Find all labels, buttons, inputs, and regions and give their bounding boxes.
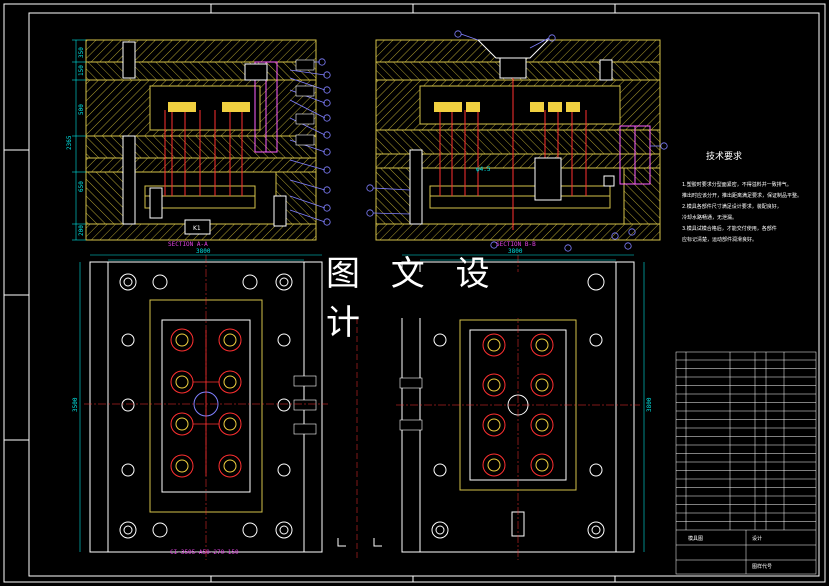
caption-left-section: SECTION A-A bbox=[168, 241, 208, 248]
dim-top-b: 150 bbox=[78, 65, 85, 76]
tech-note: 1.塑胶时要求分型面紧密，不得溢料并一致排气。 bbox=[682, 182, 792, 188]
caption-plan-bottom-left: CI-3505-A50-270-150 bbox=[170, 549, 239, 556]
title-block-designer: 设计 bbox=[752, 536, 763, 542]
dim-bottom: 200 bbox=[78, 225, 85, 236]
dim-section-note: φ4.5 bbox=[476, 166, 491, 173]
tech-note: 推出时应该分开，推出距离满足要求，保证制品平整。 bbox=[682, 193, 803, 199]
dim-low: 650 bbox=[78, 181, 85, 192]
tech-note: 应标记清楚，运动部件润滑良好。 bbox=[682, 237, 758, 243]
dim-mid: 500 bbox=[78, 104, 85, 115]
dim-plan-height-right: 3800 bbox=[646, 397, 653, 412]
title-block-sheet: 图样代号 bbox=[752, 564, 773, 570]
dim-plan-height-left: 3500 bbox=[72, 397, 79, 412]
caption-right-section: SECTION B-B bbox=[496, 241, 536, 248]
dim-plan-width-left: 3800 bbox=[196, 248, 211, 255]
tech-note: 2.模具各部件尺寸满足设计要求，装配良好， bbox=[682, 204, 782, 210]
right-section-view bbox=[375, 39, 661, 241]
dim-plan-width-right: 3800 bbox=[508, 248, 523, 255]
dim-top-a: 350 bbox=[78, 47, 85, 58]
svg-text:K1: K1 bbox=[193, 225, 201, 232]
tech-note: 3.模具试模合格后，才能交付使用，各部件 bbox=[682, 226, 777, 232]
dim-overall-height: 2365 bbox=[66, 135, 73, 150]
left-plan-view bbox=[84, 255, 328, 560]
tech-note: 冷却水路畅通，无泄漏。 bbox=[682, 215, 738, 221]
title-block-project: 模具图 bbox=[688, 536, 704, 542]
tech-requirements-title: 技术要求 bbox=[706, 152, 743, 162]
watermark-title: 图 文 设 计 bbox=[326, 254, 526, 343]
tech-requirements-notes: 1.塑胶时要求分型面紧密，不得溢料并一致排气。 推出时应该分开，推出距离满足要求… bbox=[682, 180, 812, 246]
left-section-view: K1 bbox=[85, 39, 317, 241]
